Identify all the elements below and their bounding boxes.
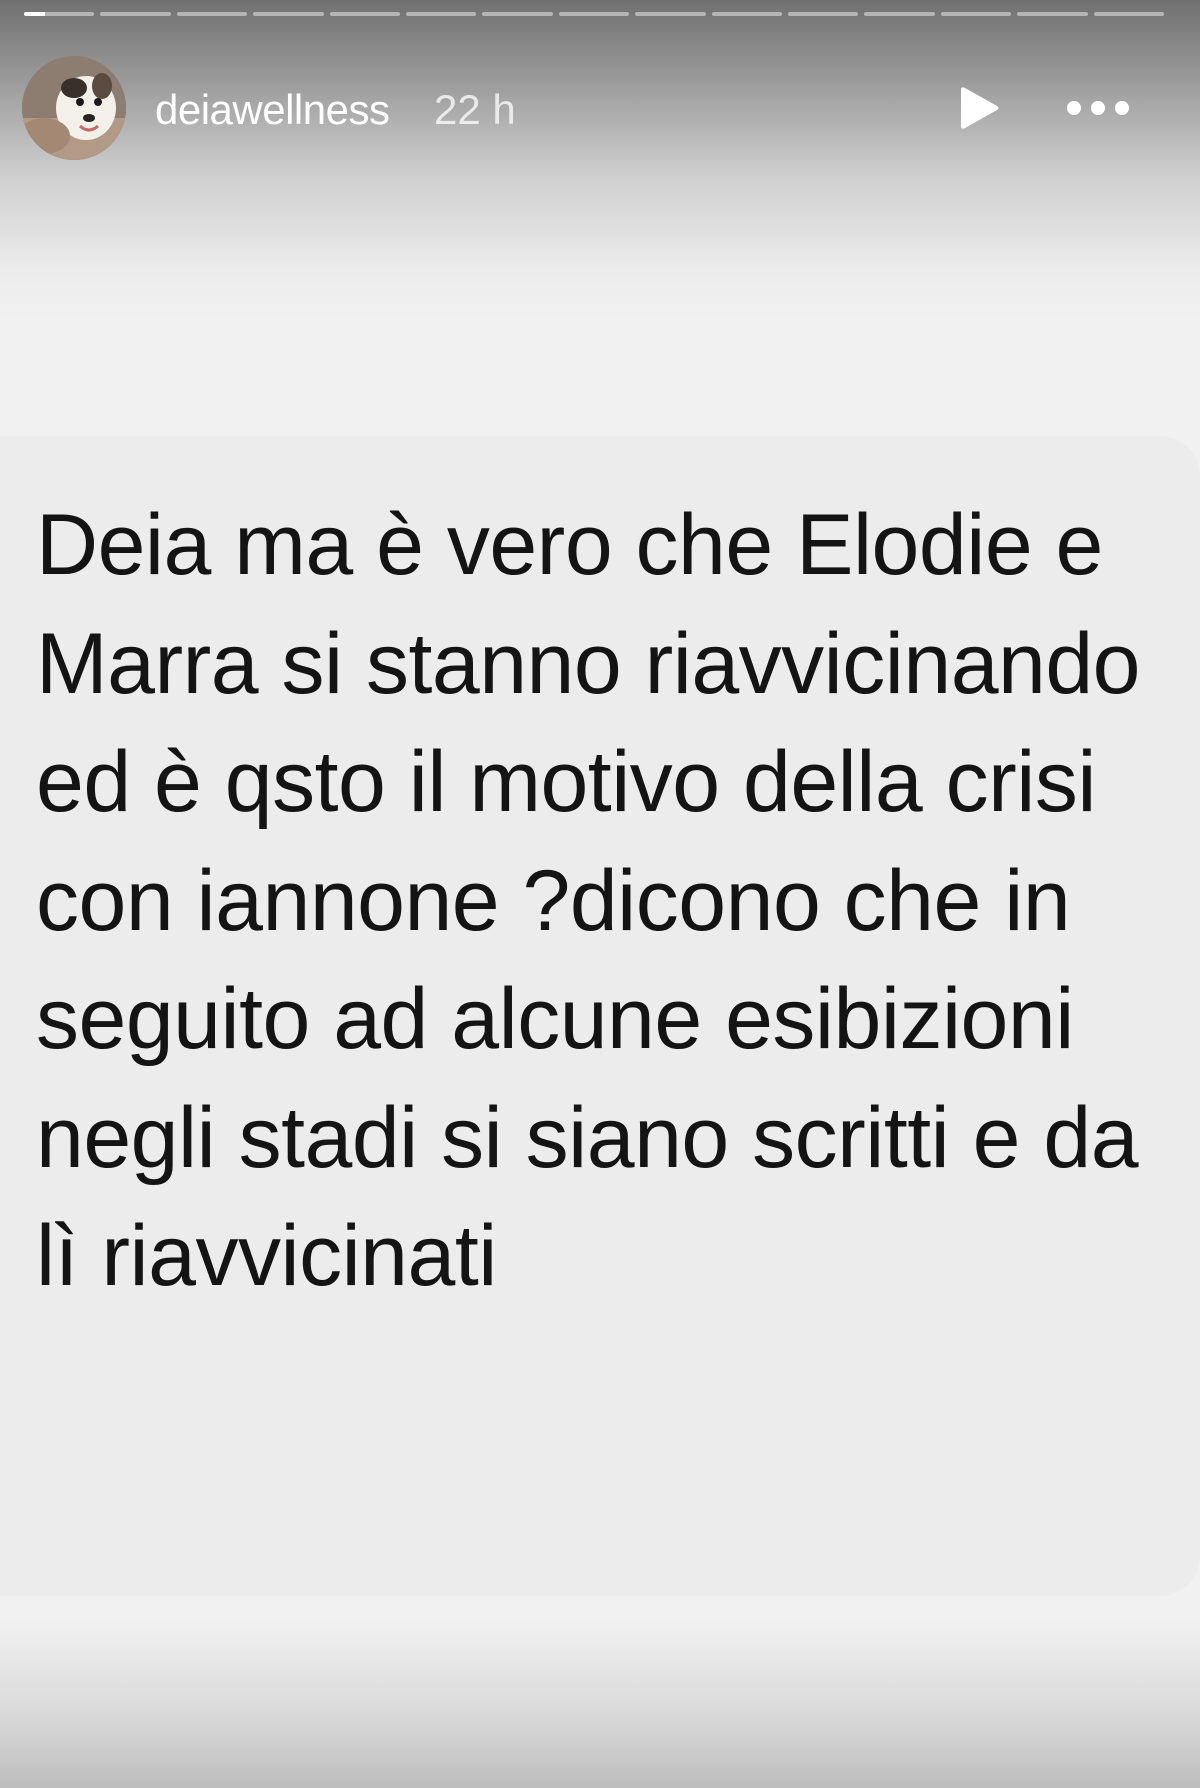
progress-segment: [329, 12, 401, 16]
progress-segment: [864, 12, 935, 16]
top-gradient-overlay: [0, 0, 1200, 320]
progress-segment: [940, 12, 1012, 16]
progress-segment: [176, 12, 248, 16]
more-options-icon: [1067, 101, 1129, 115]
question-text: Deia ma è vero che Elodie e Marra si sta…: [36, 497, 1141, 1304]
progress-segment: [1093, 12, 1165, 16]
progress-segment: [482, 12, 553, 16]
progress-segment: [788, 12, 859, 16]
timestamp: 22 h: [434, 86, 516, 133]
progress-segment-fill: [24, 12, 46, 16]
story-progress-bars: [24, 12, 1165, 16]
progress-segment: [24, 12, 95, 16]
username[interactable]: deiawellness: [155, 86, 390, 134]
progress-segment: [711, 12, 783, 16]
progress-segment: [406, 12, 477, 16]
more-options-button[interactable]: [1062, 92, 1134, 124]
play-icon: [961, 87, 999, 129]
progress-segment: [253, 12, 324, 16]
story-header: deiawellness 22 h: [22, 56, 1172, 160]
avatar[interactable]: [22, 56, 126, 160]
progress-segment: [635, 12, 706, 16]
bottom-gradient-overlay: [0, 1620, 1200, 1788]
progress-segment: [100, 12, 171, 16]
play-button[interactable]: [955, 84, 1003, 132]
progress-segment: [1017, 12, 1088, 16]
avatar-dog-image: [22, 56, 126, 160]
progress-segment: [558, 12, 630, 16]
